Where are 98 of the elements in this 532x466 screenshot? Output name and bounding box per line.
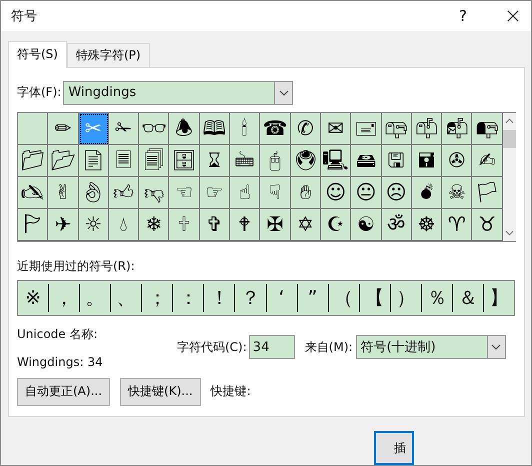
symbol-cell[interactable]: ♈ xyxy=(442,208,472,241)
symbol-cell[interactable]: 🖳 xyxy=(320,144,352,177)
symbol-cell[interactable]: 👌 xyxy=(78,176,109,209)
scroll-thumb[interactable] xyxy=(502,130,516,148)
recent-symbol-cell[interactable]: ％ xyxy=(422,284,453,312)
symbol-cell[interactable]: 👎 xyxy=(139,176,170,209)
symbol-cell[interactable] xyxy=(18,112,48,145)
symbol-cell[interactable]: 🖮 xyxy=(230,144,260,177)
symbol-cell[interactable]: 🗐 xyxy=(139,144,170,177)
symbol-cell[interactable]: ☯ xyxy=(351,208,382,241)
symbol-cell[interactable]: 👓 xyxy=(139,112,170,145)
recent-symbol-cell[interactable]: ※ xyxy=(18,284,50,312)
recent-symbol-cell[interactable]: ， xyxy=(49,284,80,312)
symbol-cell[interactable]: ☜ xyxy=(169,176,200,209)
symbol-cell[interactable]: 🖃 xyxy=(351,112,382,145)
window-title: 符号 xyxy=(11,8,38,25)
shortcut-label: 快捷键: xyxy=(210,383,251,400)
symbol-cell[interactable]: ☎ xyxy=(260,112,291,145)
help-button[interactable]: ? xyxy=(459,6,467,25)
symbol-cell[interactable]: 🏱 xyxy=(18,208,48,241)
symbol-cell[interactable]: ☪ xyxy=(320,208,352,241)
recent-symbol-cell[interactable]: （ xyxy=(328,284,360,312)
font-label: 字体(F): xyxy=(17,84,62,102)
char-code-field[interactable]: 34 xyxy=(248,335,295,360)
tab[interactable]: 符号(S) xyxy=(8,40,67,68)
recent-symbol-cell[interactable]: ： xyxy=(173,284,204,312)
symbol-cell[interactable]: ☞ xyxy=(200,176,230,209)
symbol-cell[interactable]: ✈ xyxy=(48,208,79,241)
recent-symbol-cell[interactable]: ？ xyxy=(235,284,266,312)
symbol-cell[interactable]: ☝ xyxy=(230,176,260,209)
recent-symbol-cell[interactable]: ； xyxy=(142,284,174,312)
symbol-cell[interactable]: ✆ xyxy=(290,112,321,145)
from-label: 来自(M): xyxy=(304,338,353,356)
symbol-cell[interactable]: ☠ xyxy=(442,176,472,209)
symbol-cell[interactable]: ❄ xyxy=(139,208,170,241)
recent-symbol-cell[interactable]: ） xyxy=(390,284,422,312)
symbol-cell[interactable]: 🕆 xyxy=(169,208,200,241)
recent-symbol-cell[interactable]: ” xyxy=(298,284,329,312)
recent-symbol-cell[interactable]: 、 xyxy=(111,284,142,312)
symbol-cell[interactable]: 🖬 xyxy=(412,144,442,177)
symbol-cell[interactable]: 📄 xyxy=(78,144,109,177)
recent-symbol-cell[interactable]: ＆ xyxy=(452,284,484,312)
symbol-cell[interactable]: 📂 xyxy=(48,144,79,177)
recent-symbol-cell[interactable]: 】 xyxy=(484,284,514,312)
symbol-cell[interactable]: ☹ xyxy=(382,176,412,209)
symbol-cell[interactable]: ✇ xyxy=(442,144,472,177)
symbol-cell[interactable]: 💣 xyxy=(412,176,442,209)
symbol-cell[interactable]: 🖲 xyxy=(290,144,321,177)
symbol-cell[interactable]: 📁 xyxy=(18,144,48,177)
symbol-cell[interactable]: ✋ xyxy=(290,176,321,209)
symbol-cell[interactable]: 🖰 xyxy=(260,144,291,177)
symbol-cell[interactable]: 👍 xyxy=(108,176,140,209)
symbol-cell[interactable]: 📬 xyxy=(442,112,472,145)
recent-symbol-cell[interactable]: ！ xyxy=(204,284,236,312)
symbol-cell[interactable]: 🕮 xyxy=(200,112,230,145)
recent-symbols-label: 近期使用过的符号(R): xyxy=(17,258,136,275)
chevron-up-icon[interactable] xyxy=(504,118,514,124)
insert-button[interactable]: 插 xyxy=(374,431,414,465)
symbol-cell[interactable]: ☟ xyxy=(260,176,291,209)
dialog-button[interactable]: 快捷键(K)... xyxy=(120,378,201,406)
symbol-cell[interactable]: 🕈 xyxy=(230,208,260,241)
unicode-name-value: Wingdings: 34 xyxy=(17,354,104,369)
scrollbar[interactable] xyxy=(502,112,516,241)
symbol-cell[interactable]: 🗏 xyxy=(108,144,140,177)
unicode-name-label: Unicode 名称: xyxy=(17,326,99,343)
recent-symbol-cell[interactable]: ‘ xyxy=(266,284,298,312)
symbol-cell[interactable]: ॐ xyxy=(382,208,412,241)
symbol-cell[interactable]: 💧 xyxy=(108,208,140,241)
from-dropdown[interactable]: 符号(十进制) xyxy=(356,335,506,360)
symbol-cell[interactable]: 🖎 xyxy=(18,176,48,209)
recent-symbol-cell[interactable]: 。 xyxy=(80,284,112,312)
symbol-cell[interactable]: ☺ xyxy=(320,176,352,209)
symbol-cell[interactable]: ✠ xyxy=(260,208,291,241)
symbol-cell[interactable]: 🖴 xyxy=(351,144,382,177)
symbol-cell[interactable]: 🕭 xyxy=(169,112,200,145)
symbol-cell[interactable]: ☼ xyxy=(78,208,109,241)
symbol-cell[interactable]: ✌ xyxy=(48,176,79,209)
char-code-label: 字符代码(C): xyxy=(177,338,247,356)
chevron-down-icon[interactable] xyxy=(504,230,514,236)
symbol-cell[interactable]: ☸ xyxy=(412,208,442,241)
symbol-cell[interactable]: ✉ xyxy=(320,112,352,145)
dialog-button[interactable]: 自动更正(A)... xyxy=(17,378,110,406)
symbol-cell[interactable]: 😐 xyxy=(351,176,382,209)
symbol-cell[interactable]: 🖫 xyxy=(382,144,412,177)
symbol-cell[interactable]: 🕯 xyxy=(230,112,260,145)
symbol-cell[interactable]: ✡ xyxy=(290,208,321,241)
symbol-cell[interactable]: 📪 xyxy=(382,112,412,145)
symbol-cell[interactable]: 📫 xyxy=(412,112,442,145)
symbol-cell[interactable]: ⌛ xyxy=(200,144,230,177)
chevron-down-icon xyxy=(491,344,502,350)
recent-symbol-cell[interactable]: 【 xyxy=(360,284,391,312)
symbol-cell[interactable]: 🗄 xyxy=(169,144,200,177)
close-icon[interactable] xyxy=(507,10,519,22)
font-dropdown[interactable]: Wingdings xyxy=(63,80,294,105)
symbol-cell[interactable]: ✁ xyxy=(108,112,140,145)
symbol-cell[interactable]: ✞ xyxy=(200,208,230,241)
chevron-down-icon xyxy=(278,90,289,96)
tab[interactable]: 特殊字符(P) xyxy=(66,42,150,67)
